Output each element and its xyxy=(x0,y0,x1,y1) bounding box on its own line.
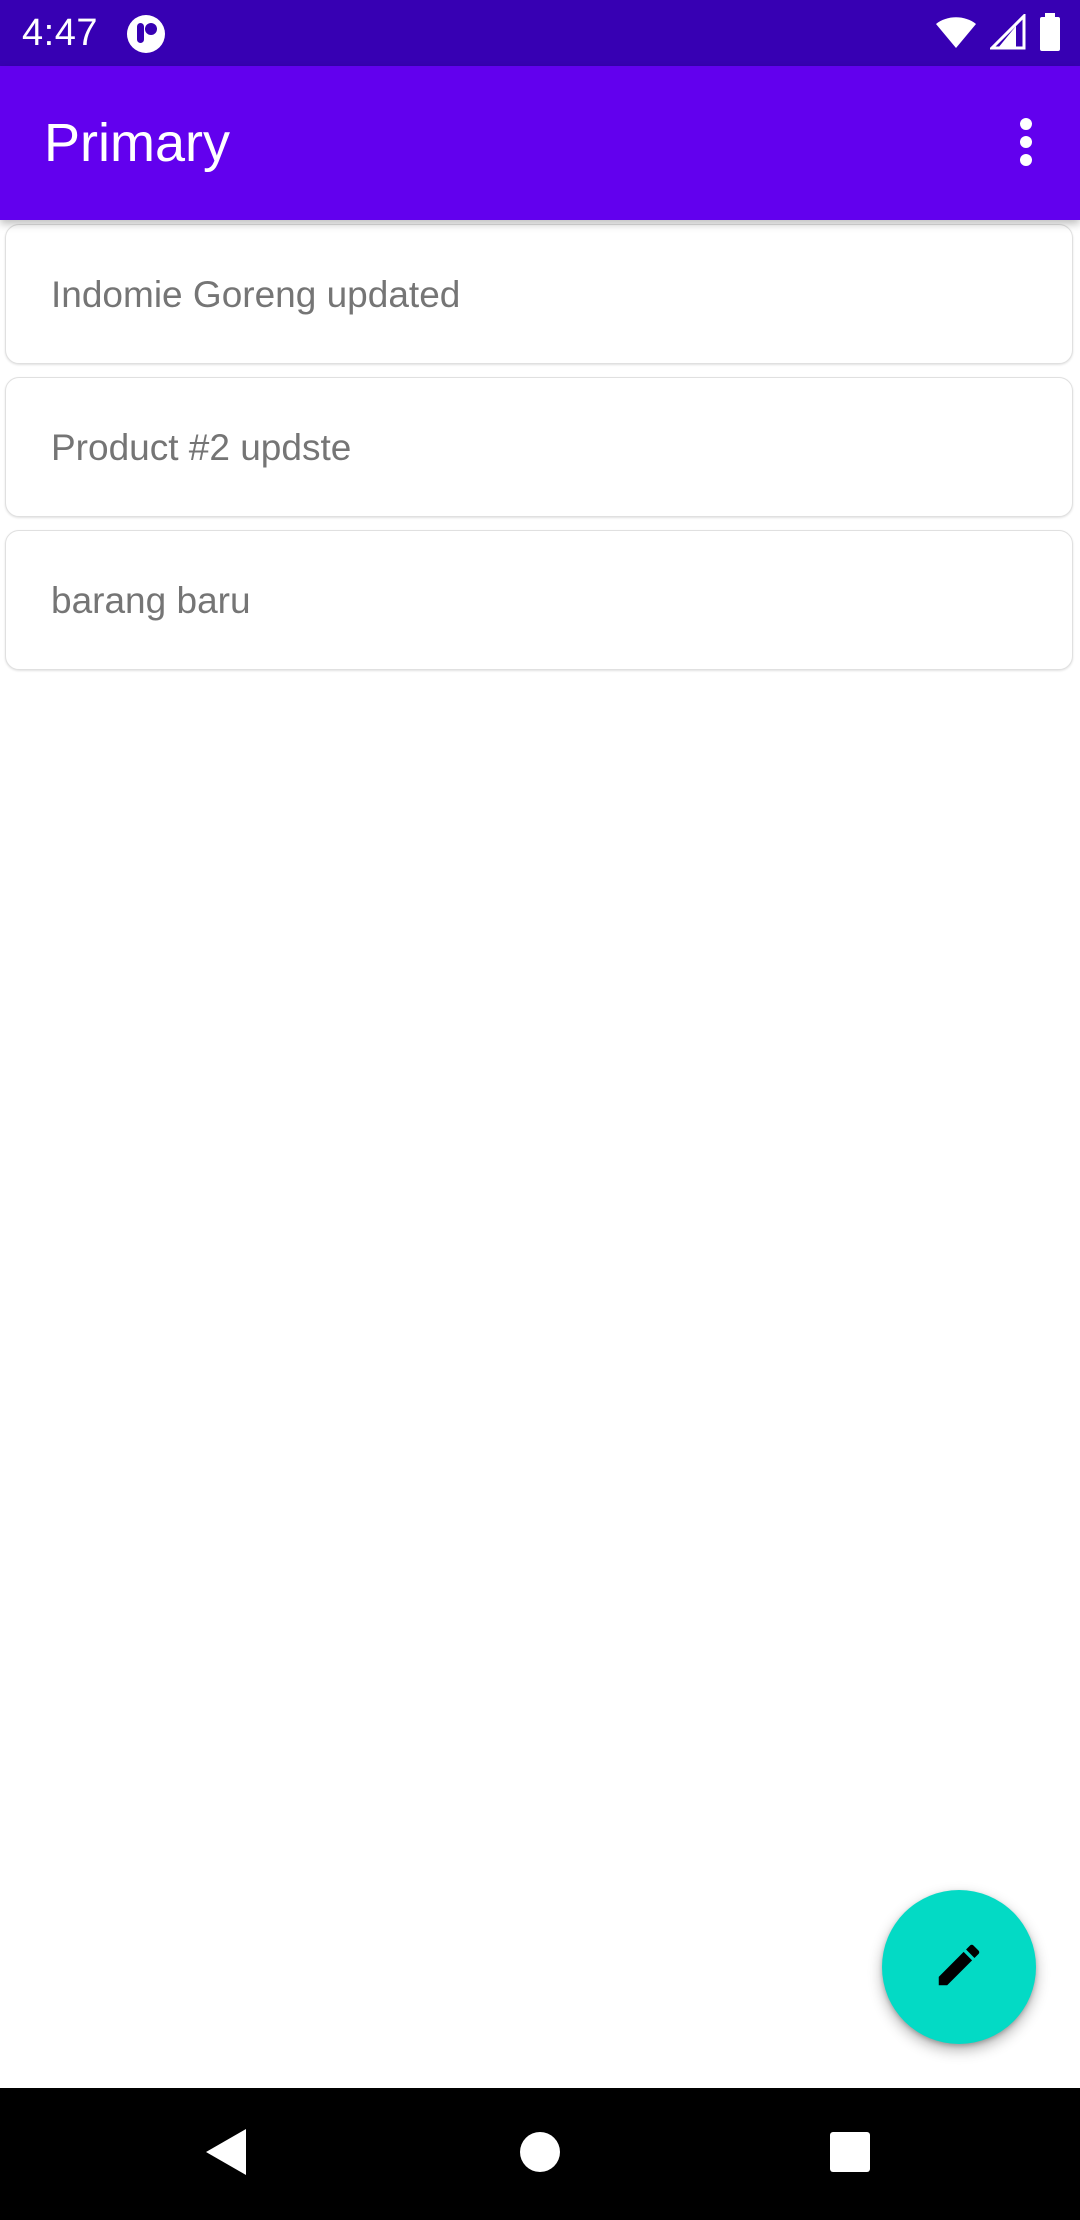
home-icon xyxy=(519,2131,561,2178)
edit-pencil-icon xyxy=(932,1938,986,1997)
signal-icon xyxy=(988,11,1026,55)
app-bar: Primary xyxy=(0,66,1080,220)
status-bar: 4:47 xyxy=(0,0,1080,66)
screen: 4:47 Primary Indomie Goreng updated Prod… xyxy=(0,0,1080,2220)
nav-home-button[interactable] xyxy=(474,2088,606,2220)
page-title: Primary xyxy=(44,113,230,173)
system-nav-bar xyxy=(0,2088,1080,2220)
overflow-menu-button[interactable] xyxy=(990,102,1062,186)
list-item[interactable]: barang baru xyxy=(5,530,1073,670)
battery-icon xyxy=(1038,12,1062,56)
nav-recents-button[interactable] xyxy=(784,2088,916,2220)
list-item-label: Indomie Goreng updated xyxy=(51,274,461,315)
list-item-label: barang baru xyxy=(51,580,251,621)
status-icons xyxy=(934,11,1062,56)
edit-fab-button[interactable] xyxy=(882,1890,1036,2044)
recents-icon xyxy=(829,2131,871,2178)
list-item[interactable]: Product #2 updste xyxy=(5,377,1073,517)
app-notification-icon xyxy=(126,14,166,54)
list-item[interactable]: Indomie Goreng updated xyxy=(5,224,1073,364)
status-time: 4:47 xyxy=(22,12,98,54)
wifi-icon xyxy=(934,14,978,55)
list-item-label: Product #2 updste xyxy=(51,427,352,468)
nav-back-button[interactable] xyxy=(160,2088,292,2220)
more-vert-icon xyxy=(1018,117,1034,171)
back-icon xyxy=(204,2127,248,2182)
